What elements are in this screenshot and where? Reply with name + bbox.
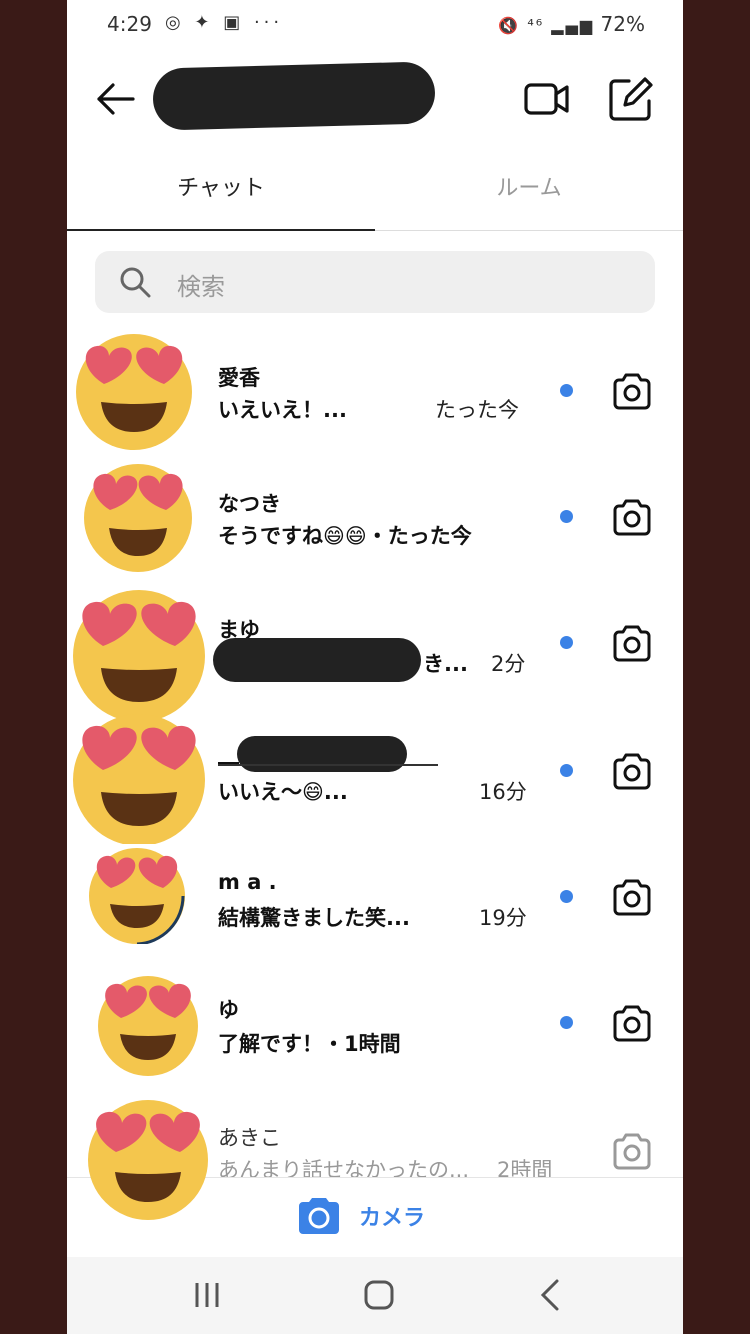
chat-row[interactable]: __ いいえ〜😄... 16分 [67,704,683,844]
heart-eyes-emoji-icon [84,464,192,572]
heart-eyes-emoji-icon [88,1100,208,1220]
chat-message: そうですね😄😄・たった今 [218,524,472,548]
chat-message: 了解です！・1時間 [218,1032,401,1056]
redacted-message [213,638,421,682]
active-tab-indicator [67,229,375,231]
chat-time: たった今 [435,398,519,422]
home-icon[interactable] [359,1275,399,1315]
chat-row[interactable]: 愛香 いえいえ！... たった今 [67,326,683,452]
heart-eyes-emoji-icon [76,334,192,450]
search-icon [120,267,151,298]
search-placeholder: 検索 [177,273,225,301]
chat-row[interactable]: ゆ 了解です！・1時間 [67,956,683,1082]
camera-icon[interactable] [611,876,653,918]
redacted-name [237,736,407,772]
notification-icons: ◎ ✦ ▣ ··· [165,12,284,33]
camera-icon [299,1198,339,1234]
status-right: 🔇 ⁴⁶ ▂▄▆ 72% [498,12,645,36]
chat-time: 2分 [491,652,526,676]
chat-message: き... [423,652,468,676]
unread-dot [560,510,573,523]
name-underline [218,764,438,766]
chat-header [67,55,683,150]
unread-dot [560,764,573,777]
unread-dot [560,1016,573,1029]
system-icons: 🔇 ⁴⁶ ▂▄▆ [498,16,595,35]
status-bar: 4:29 ◎ ✦ ▣ ··· 🔇 ⁴⁶ ▂▄▆ 72% [67,0,683,50]
heart-eyes-emoji-icon [89,848,185,944]
redacted-username [152,61,436,131]
status-time: 4:29 [107,12,152,36]
nav-back-icon[interactable] [531,1275,571,1315]
search-input[interactable]: 検索 [95,251,655,313]
unread-dot [560,384,573,397]
compose-icon[interactable] [607,75,655,123]
camera-icon[interactable] [611,1002,653,1044]
camera-icon[interactable] [611,496,653,538]
back-arrow-icon[interactable] [93,77,137,121]
phone-screen: 4:29 ◎ ✦ ▣ ··· 🔇 ⁴⁶ ▂▄▆ 72% チャット ルーム 検索 [67,0,683,1334]
unread-dot [560,636,573,649]
chat-row[interactable]: まゆ き... 2分 [67,578,683,720]
chat-name: なつき [218,492,281,516]
battery-text: 72% [600,12,645,36]
unread-dot [560,890,573,903]
chat-message: いえいえ！... [218,398,347,422]
tab-bar: チャット ルーム [67,150,683,231]
camera-label: カメラ [359,1206,426,1231]
camera-icon[interactable] [611,370,653,412]
camera-icon[interactable] [611,750,653,792]
heart-eyes-emoji-icon [73,590,205,720]
camera-icon[interactable] [611,622,653,664]
chat-message: いいえ〜😄... [218,780,348,804]
heart-eyes-emoji-icon [73,714,205,844]
chat-name: あきこ [218,1126,281,1150]
recent-apps-icon[interactable] [187,1275,227,1315]
tab-chat[interactable]: チャット [67,170,375,202]
chat-time: 19分 [479,906,527,930]
chat-row[interactable]: m a . 結構驚きました笑... 19分 [67,830,683,956]
chat-name: 愛香 [218,366,260,390]
chat-time: 16分 [479,780,527,804]
chat-name: ゆ [218,998,239,1022]
camera-icon[interactable] [611,1130,653,1172]
chat-message: 結構驚きました笑... [218,906,410,930]
video-camera-icon[interactable] [523,75,571,123]
chat-name: m a . [218,870,277,894]
system-nav-bar [67,1257,683,1334]
chat-row[interactable]: なつき そうですね😄😄・たった今 [67,452,683,578]
heart-eyes-emoji-icon [98,976,198,1076]
tab-rooms[interactable]: ルーム [375,170,683,202]
chat-name: __ [218,740,239,764]
